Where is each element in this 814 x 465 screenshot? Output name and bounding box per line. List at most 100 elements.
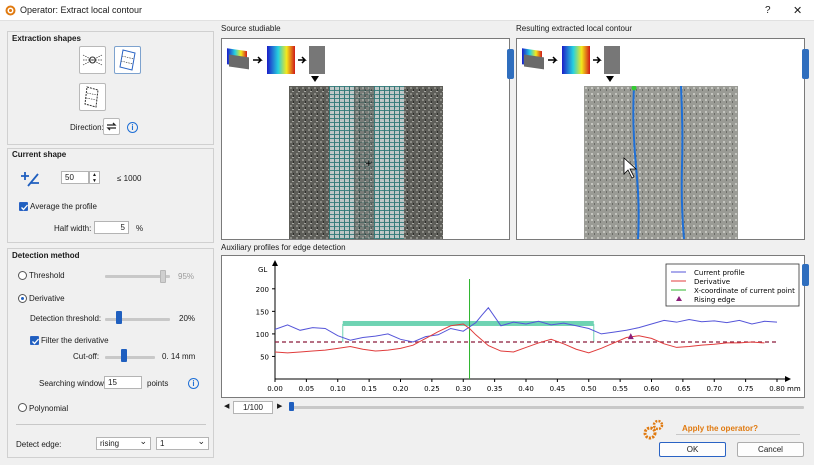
x-tick-label: 0.40 <box>518 385 534 393</box>
x-tick-label: 0.10 <box>330 385 346 393</box>
x-tick-label: 0.65 <box>675 385 691 393</box>
ok-button[interactable]: OK <box>659 442 726 457</box>
apply-gears-icon <box>643 419 664 440</box>
window-title: Operator: Extract local contour <box>20 5 143 15</box>
pipeline-icons <box>227 46 325 82</box>
x-tick-label: 0.20 <box>393 385 409 393</box>
shape-size-max: ≤ 1000 <box>117 174 142 183</box>
edge-search-band <box>342 320 594 326</box>
y-tick-label: 150 <box>256 308 269 316</box>
searching-info-icon[interactable]: i <box>188 378 199 389</box>
x-tick-label: 0.50 <box>581 385 597 393</box>
legend-entry: Current profile <box>694 269 745 277</box>
pager-prev-button[interactable]: ◀ <box>224 402 229 410</box>
direction-info-icon[interactable]: i <box>127 122 138 133</box>
cutoff-slider-track[interactable] <box>105 356 155 359</box>
source-panel-label: Source studiable <box>221 24 281 33</box>
result-side-tab[interactable] <box>802 49 809 79</box>
x-tick-label: 0.05 <box>299 385 315 393</box>
detection-method-heading: Detection method <box>12 251 80 260</box>
result-image-panel <box>516 38 809 240</box>
detection-threshold-thumb[interactable] <box>116 311 122 324</box>
divider <box>676 434 800 435</box>
filter-derivative-label: Filter the derivative <box>41 336 109 345</box>
threshold-radio[interactable] <box>18 271 27 280</box>
series-derivative <box>274 323 765 354</box>
half-width-label: Half width: <box>54 224 92 233</box>
aux-chart-panel: GL 50 100 150 200 0.00 0.05 0.10 0.15 0.20 0.25 0.3… <box>221 255 809 398</box>
derivative-label: Derivative <box>29 294 65 303</box>
legend-entry: Rising edge <box>694 296 735 304</box>
x-tick-label: 0.70 <box>706 385 722 393</box>
y-tick-label: 100 <box>256 331 269 339</box>
y-axis-arrow <box>272 260 278 266</box>
threshold-label: Threshold <box>29 271 65 280</box>
shape-radial-button[interactable] <box>79 46 106 74</box>
x-tick-label: 0.15 <box>361 385 377 393</box>
half-width-input[interactable]: 5 <box>94 221 129 234</box>
aux-panel-label: Auxiliary profiles for edge detection <box>221 243 346 252</box>
searching-window-label: Searching window: <box>39 379 107 388</box>
legend-entry: Derivative <box>694 278 730 286</box>
shape-rectangle-button[interactable] <box>114 46 141 74</box>
filter-derivative-checkbox[interactable] <box>30 336 39 345</box>
aux-profiles-chart: GL 50 100 150 200 0.00 0.05 0.10 0.15 0.20 0.25 0.3… <box>256 260 801 393</box>
source-side-tab[interactable] <box>507 49 514 79</box>
check-icon <box>21 204 28 211</box>
x-unit-label: mm <box>787 385 801 393</box>
source-image-panel: + <box>221 38 514 240</box>
cutoff-value: 0. 14 mm <box>162 352 196 361</box>
detection-threshold-label: Detection threshold: <box>30 314 102 323</box>
polyline-shape-icon <box>84 86 99 108</box>
y-tick-label: 200 <box>256 286 269 294</box>
searching-window-input[interactable]: 15 <box>104 376 142 389</box>
x-tick-label: 0.00 <box>267 385 283 393</box>
radial-shape-icon <box>82 54 103 66</box>
x-tick-label: 0.25 <box>424 385 440 393</box>
threshold-value: 95% <box>178 272 195 281</box>
current-shape-heading: Current shape <box>12 150 67 159</box>
svg-text:+: + <box>365 159 373 169</box>
close-button[interactable]: ✕ <box>793 4 802 17</box>
cancel-button[interactable]: Cancel <box>737 442 804 457</box>
check-icon <box>32 338 39 345</box>
operator-gear-icon <box>5 5 16 16</box>
detect-edge-label: Detect edge: <box>16 440 62 449</box>
detect-edge-select[interactable]: rising <box>96 436 151 450</box>
swap-direction-icon <box>106 122 117 131</box>
result-microscope-image <box>584 86 738 239</box>
edge-count-select[interactable]: 1 <box>156 436 209 450</box>
help-button[interactable]: ? <box>765 5 771 16</box>
extraction-shapes-heading: Extraction shapes <box>12 34 81 43</box>
x-tick-label: 0.55 <box>612 385 628 393</box>
average-profile-checkbox[interactable] <box>19 202 28 211</box>
shape-size-spinner[interactable]: ▲ ▼ <box>89 171 100 184</box>
polynomial-label: Polynomial <box>29 404 69 413</box>
apply-text: Apply the operator? <box>682 424 759 433</box>
pager-input[interactable]: 1/100 <box>233 401 273 414</box>
pager-next-button[interactable]: ▶ <box>277 402 282 410</box>
plus-minus-icon[interactable] <box>19 170 41 188</box>
detection-threshold-track[interactable] <box>105 318 170 321</box>
direction-toggle-button[interactable] <box>103 118 120 135</box>
pager-slider-track[interactable] <box>289 406 804 409</box>
derivative-radio[interactable] <box>18 294 27 303</box>
x-tick-label: 0.60 <box>644 385 660 393</box>
chart-side-tab[interactable] <box>802 264 809 286</box>
average-profile-label: Average the profile <box>30 202 98 211</box>
x-tick-label: 0.75 <box>738 385 754 393</box>
legend-entry: X-coordinate of current point <box>694 287 795 295</box>
shape-size-input[interactable]: 50 <box>61 171 89 184</box>
x-tick-label: 0.45 <box>550 385 566 393</box>
searching-window-unit: points <box>147 379 169 388</box>
title-bar: Operator: Extract local contour ? ✕ <box>0 0 814 21</box>
cutoff-slider-thumb[interactable] <box>121 349 127 362</box>
result-panel-label: Resulting extracted local contour <box>516 24 633 33</box>
threshold-slider-thumb[interactable] <box>160 270 166 283</box>
cutoff-label: Cut-off: <box>73 352 100 361</box>
pager-slider-thumb[interactable] <box>289 402 294 411</box>
shape-polyline-button[interactable] <box>79 83 106 111</box>
x-tick-label: 0.35 <box>487 385 503 393</box>
detection-threshold-value: 20% <box>179 314 196 323</box>
polynomial-radio[interactable] <box>18 403 27 412</box>
